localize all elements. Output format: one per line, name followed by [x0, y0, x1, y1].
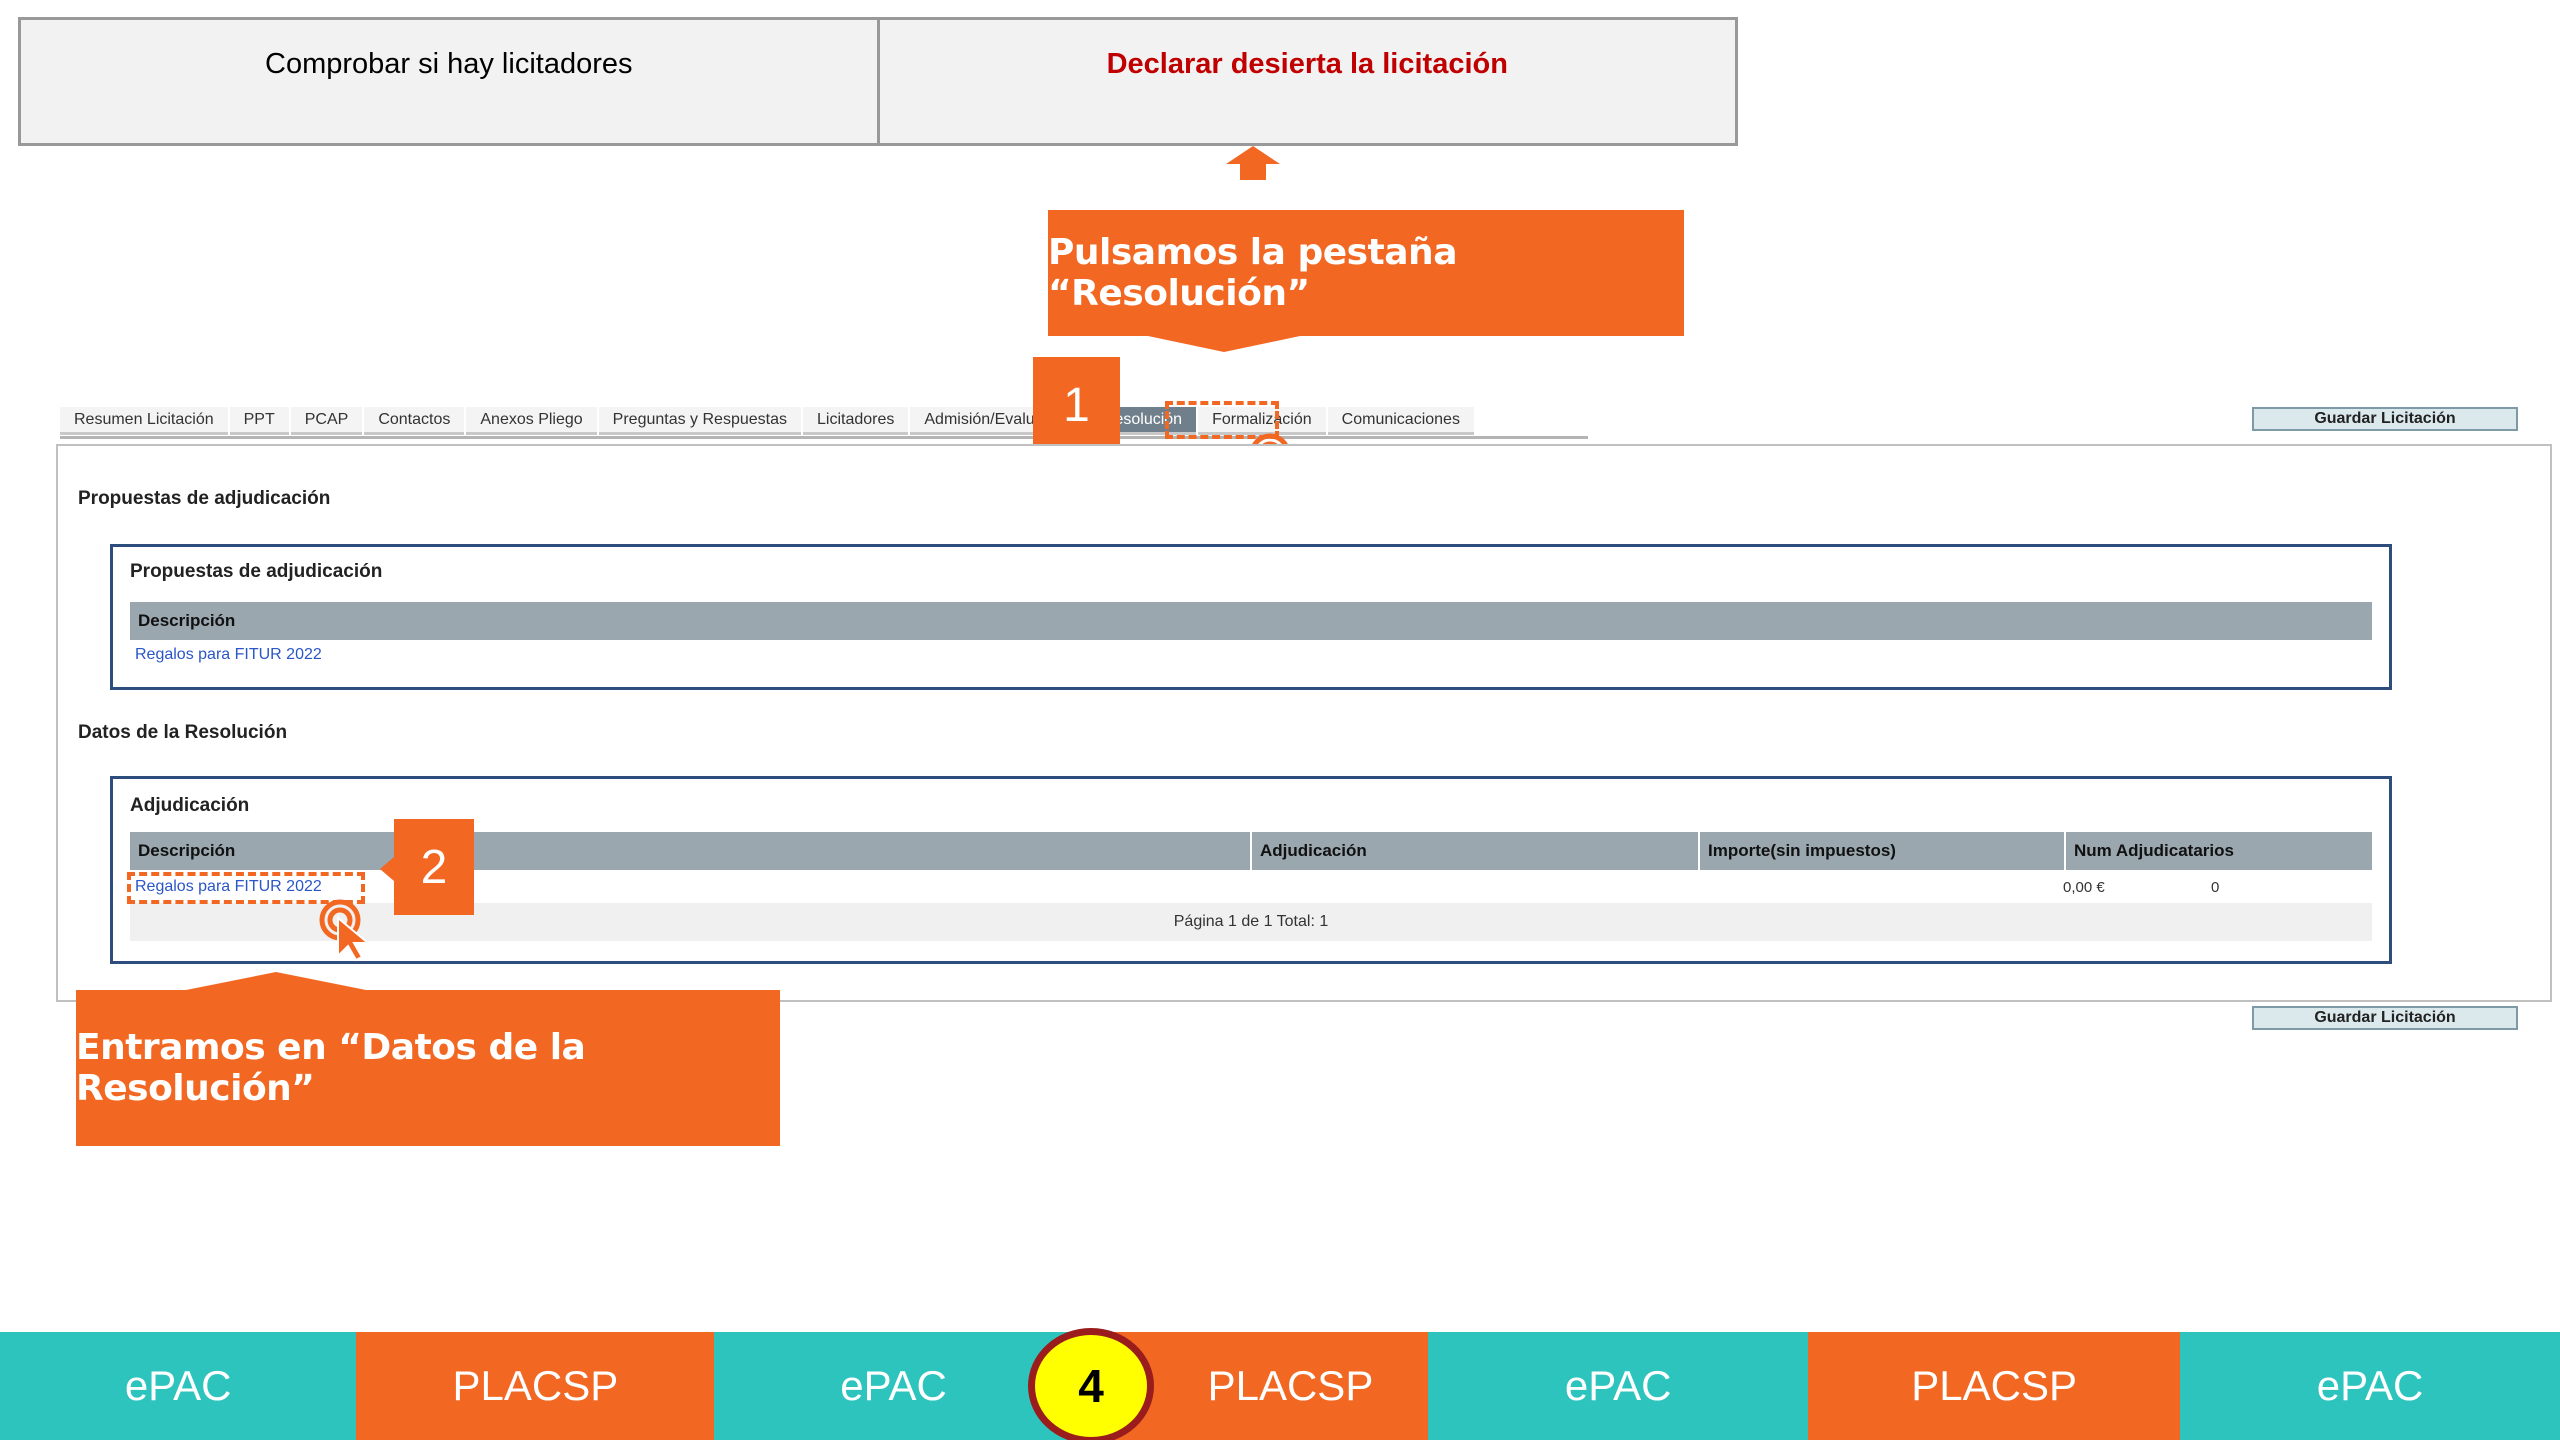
- col-description: Descripción: [138, 611, 236, 630]
- step-2-badge: 2: [380, 819, 474, 915]
- callout-resolution-data: Entramos en “Datos de la Resolución”: [76, 972, 780, 1146]
- declare-void-cell: Declarar desierta la licitación: [876, 20, 1736, 143]
- check-bidders-cell: Comprobar si hay licitadores: [265, 48, 633, 80]
- tab-contactos[interactable]: Contactos: [364, 407, 465, 435]
- proposal-link[interactable]: Regalos para FITUR 2022: [135, 646, 322, 664]
- segment-epac: ePAC: [0, 1332, 357, 1440]
- awardees-value: 0: [2211, 879, 2220, 896]
- resolution-section-title: Datos de la Resolución: [78, 722, 288, 743]
- tab-ppt[interactable]: PPT: [229, 407, 289, 435]
- proposals-box-title: Propuestas de adjudicación: [130, 561, 383, 582]
- save-tender-button-bottom[interactable]: Guardar Licitación: [2252, 1006, 2518, 1030]
- step-1-badge: 1: [1033, 357, 1120, 453]
- segment-placsp: PLACSP: [356, 1332, 715, 1440]
- tab-comunicaciones[interactable]: Comunicaciones: [1327, 407, 1474, 435]
- save-tender-button-top[interactable]: Guardar Licitación: [2252, 407, 2518, 431]
- col-amount: Importe(sin impuestos): [1698, 832, 2064, 870]
- cursor-click-icon: [319, 899, 371, 962]
- slide: Comprobar si hay licitadores Declarar de…: [0, 0, 2560, 1440]
- step-4-circle: 4: [1028, 1328, 1154, 1440]
- up-arrow-icon: [1226, 146, 1280, 180]
- callout-resolution-tab: Pulsamos la pestaña “Resolución”: [1048, 210, 1684, 352]
- segment-epac: ePAC: [1428, 1332, 1809, 1440]
- col-awardees: Num Adjudicatarios: [2064, 832, 2372, 870]
- tab-resumen[interactable]: Resumen Licitación: [60, 407, 228, 435]
- col-description: Descripción: [138, 841, 236, 860]
- tab-pcap[interactable]: PCAP: [290, 407, 363, 435]
- proposals-section-title: Propuestas de adjudicación: [78, 488, 331, 509]
- segment-placsp: PLACSP: [1808, 1332, 2181, 1440]
- segment-epac: ePAC: [714, 1332, 1073, 1440]
- tab-anexos[interactable]: Anexos Pliego: [466, 407, 597, 435]
- proposals-grid-header: Descripción: [130, 602, 2372, 640]
- proposals-box: Propuestas de adjudicación Descripción R…: [110, 544, 2392, 690]
- amount-value: 0,00 €: [2063, 879, 2105, 896]
- tab-licitadores[interactable]: Licitadores: [803, 407, 909, 435]
- adjudication-box-title: Adjudicación: [130, 795, 250, 816]
- options-table: Comprobar si hay licitadores Declarar de…: [18, 17, 1738, 146]
- process-bar: ePAC PLACSP ePAC PLACSP ePAC PLACSP ePAC: [0, 1332, 2560, 1440]
- segment-epac: ePAC: [2180, 1332, 2560, 1440]
- tender-panel: Propuestas de adjudicación Propuestas de…: [56, 444, 2552, 1002]
- col-adjudication: Adjudicación: [1250, 832, 1698, 870]
- tab-preguntas[interactable]: Preguntas y Respuestas: [598, 407, 801, 435]
- tab-underline: [60, 436, 1588, 439]
